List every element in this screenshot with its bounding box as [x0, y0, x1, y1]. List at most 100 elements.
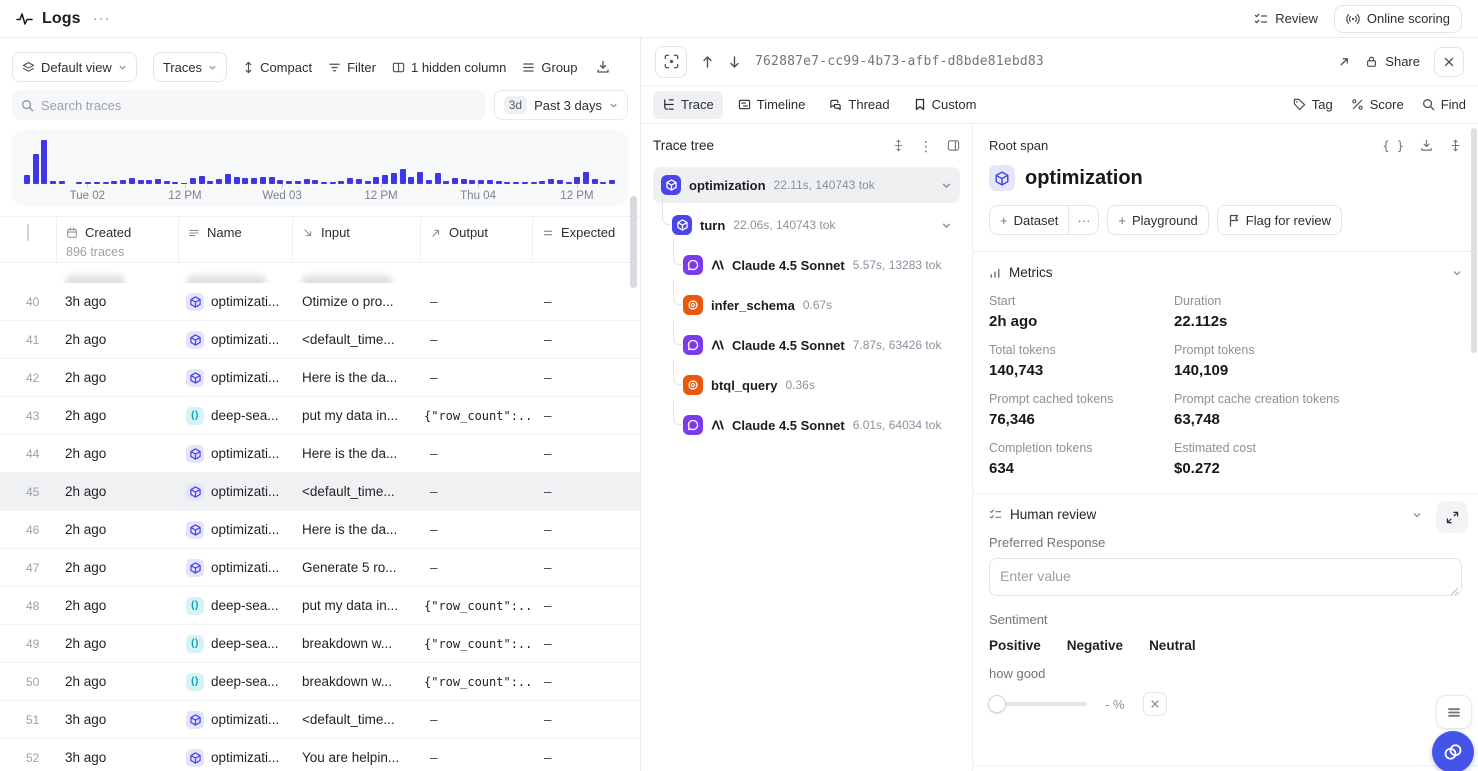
move-span-icon[interactable] [1449, 139, 1462, 152]
playground-button[interactable]: +Playground [1107, 205, 1208, 235]
column-header-created[interactable]: Created 896 traces [56, 217, 178, 262]
score-button[interactable]: Score [1351, 97, 1404, 112]
sentiment-option-positive[interactable]: Positive [989, 638, 1041, 653]
tab-custom[interactable]: Custom [905, 91, 986, 119]
compact-toggle[interactable]: Compact [243, 60, 312, 75]
preferred-response-input[interactable] [989, 558, 1462, 596]
column-header-output[interactable]: Output [420, 217, 532, 262]
axis-label: 12 PM [168, 190, 201, 202]
panel-toggle-icon[interactable] [947, 139, 960, 152]
slider-handle[interactable] [988, 695, 1006, 713]
tab-trace[interactable]: Trace [653, 91, 723, 119]
score-label: how good [989, 666, 1462, 681]
time-range-dropdown[interactable]: 3d Past 3 days [494, 90, 628, 120]
span-name: Claude 4.5 Sonnet [732, 258, 845, 273]
trace-tree-span[interactable]: btql_query0.36s [653, 367, 960, 403]
search-traces-box[interactable] [12, 90, 486, 120]
table-row[interactable]: 492h ago()deep-sea...breakdown w...{"row… [0, 625, 640, 663]
table-row[interactable]: 442h agooptimizati...Here is the da...–– [0, 435, 640, 473]
chevron-down-icon[interactable] [941, 180, 952, 191]
side-menu-button[interactable] [1436, 695, 1472, 729]
trace-tree-span[interactable]: infer_schema0.67s [653, 287, 960, 323]
column-header-name[interactable]: Name [178, 217, 292, 262]
chevron-down-icon[interactable] [941, 220, 952, 231]
page-title: Logs [42, 10, 81, 28]
view-dropdown[interactable]: Default view [12, 52, 137, 82]
hidden-columns-button[interactable]: 1 hidden column [392, 60, 506, 75]
review-button[interactable]: Review [1254, 11, 1318, 26]
table-row[interactable]: 432h ago()deep-sea...put my data in...{"… [0, 397, 640, 435]
json-view-icon[interactable]: { } [1382, 139, 1404, 153]
table-row[interactable]: 502h ago()deep-sea...breakdown w...{"row… [0, 663, 640, 701]
expand-review-button[interactable] [1436, 501, 1468, 533]
metric-item: Prompt tokens140,109 [1174, 343, 1462, 379]
row-name: optimizati... [178, 711, 292, 729]
traces-histogram[interactable]: Tue 0212 PMWed 0312 PMThu 0412 PM [12, 130, 628, 206]
tab-timeline[interactable]: Timeline [729, 91, 815, 119]
table-row[interactable]: 403h agooptimizati...Otimize o pro...–– [0, 283, 640, 321]
find-button[interactable]: Find [1422, 97, 1466, 112]
metrics-section-header[interactable]: Metrics [989, 265, 1462, 280]
next-trace-button[interactable] [728, 55, 741, 69]
sentiment-option-negative[interactable]: Negative [1067, 638, 1123, 653]
filter-button[interactable]: Filter [328, 60, 376, 75]
table-row[interactable]: 482h ago()deep-sea...put my data in...{"… [0, 587, 640, 625]
task-icon [186, 445, 204, 463]
group-button[interactable]: Group [522, 60, 577, 75]
tree-menu-icon[interactable]: ⋮ [919, 139, 933, 153]
expand-all-icon[interactable] [892, 139, 905, 152]
table-row[interactable]: 412h agooptimizati...<default_time...–– [0, 321, 640, 359]
download-span-icon[interactable] [1420, 139, 1433, 152]
axis-tick [87, 184, 88, 188]
score-slider[interactable] [989, 695, 1087, 713]
sentiment-option-neutral[interactable]: Neutral [1149, 638, 1196, 653]
table-row[interactable]: 513h agooptimizati...<default_time...–– [0, 701, 640, 739]
trace-tree-span[interactable]: turn22.06s, 140743 tok [653, 207, 960, 243]
span-name: infer_schema [711, 298, 795, 313]
task-icon [186, 521, 204, 539]
close-panel-button[interactable] [1434, 47, 1464, 77]
select-all-checkbox[interactable] [27, 224, 29, 241]
column-header-expected[interactable]: Expected [532, 217, 640, 262]
trace-tree-span[interactable]: Claude 4.5 Sonnet5.57s, 13283 tok [653, 247, 960, 283]
page-menu-button[interactable]: ··· [93, 10, 111, 27]
focus-trace-button[interactable] [655, 46, 687, 78]
tag-button[interactable]: Tag [1293, 97, 1333, 112]
add-to-dataset-button[interactable]: +Dataset [989, 205, 1069, 235]
prev-trace-button[interactable] [701, 55, 714, 69]
table-row[interactable]: 462h agooptimizati...Here is the da...–– [0, 511, 640, 549]
row-expected: – [532, 408, 640, 423]
table-row[interactable]: 472h agooptimizati...Generate 5 ro...–– [0, 549, 640, 587]
span-name: turn [700, 218, 725, 233]
online-scoring-button[interactable]: Online scoring [1334, 5, 1462, 33]
braintrust-logo-button[interactable] [1432, 731, 1474, 771]
table-row[interactable]: 523h agooptimizati...You are helpin...–– [0, 739, 640, 771]
human-review-section-header[interactable]: Human review [989, 507, 1462, 522]
download-button[interactable] [596, 60, 610, 74]
clear-score-button[interactable] [1143, 692, 1167, 716]
traces-dropdown[interactable]: Traces [153, 52, 227, 82]
row-input: put my data in... [292, 598, 420, 613]
row-created: 2h ago [56, 408, 178, 423]
column-header-input[interactable]: Input [292, 217, 420, 262]
table-row[interactable]: 452h agooptimizati...<default_time...–– [0, 473, 640, 511]
histogram-bar [234, 177, 240, 184]
right-scrollbar-thumb[interactable] [1471, 128, 1477, 353]
dataset-more-button[interactable]: ··· [1069, 205, 1099, 235]
left-scrollbar-thumb[interactable] [630, 196, 637, 288]
row-name: optimizati... [178, 331, 292, 349]
flag-for-review-button[interactable]: Flag for review [1217, 205, 1342, 235]
open-in-new-icon[interactable] [1338, 55, 1351, 68]
trace-tree-span[interactable]: Claude 4.5 Sonnet7.87s, 63426 tok [653, 327, 960, 363]
tab-thread[interactable]: Thread [820, 91, 898, 119]
table-row[interactable]: 422h agooptimizati...Here is the da...–– [0, 359, 640, 397]
metric-label: Duration [1174, 294, 1462, 308]
histogram-bar [487, 180, 493, 184]
histogram-bar [321, 182, 327, 184]
row-number: 45 [0, 485, 56, 499]
trace-tree-span[interactable]: optimization22.11s, 140743 tok [653, 167, 960, 203]
share-button[interactable]: Share [1365, 54, 1420, 69]
search-input[interactable] [41, 98, 477, 113]
trace-tree-span[interactable]: Claude 4.5 Sonnet6.01s, 64034 tok [653, 407, 960, 443]
tree-connector [673, 279, 682, 305]
